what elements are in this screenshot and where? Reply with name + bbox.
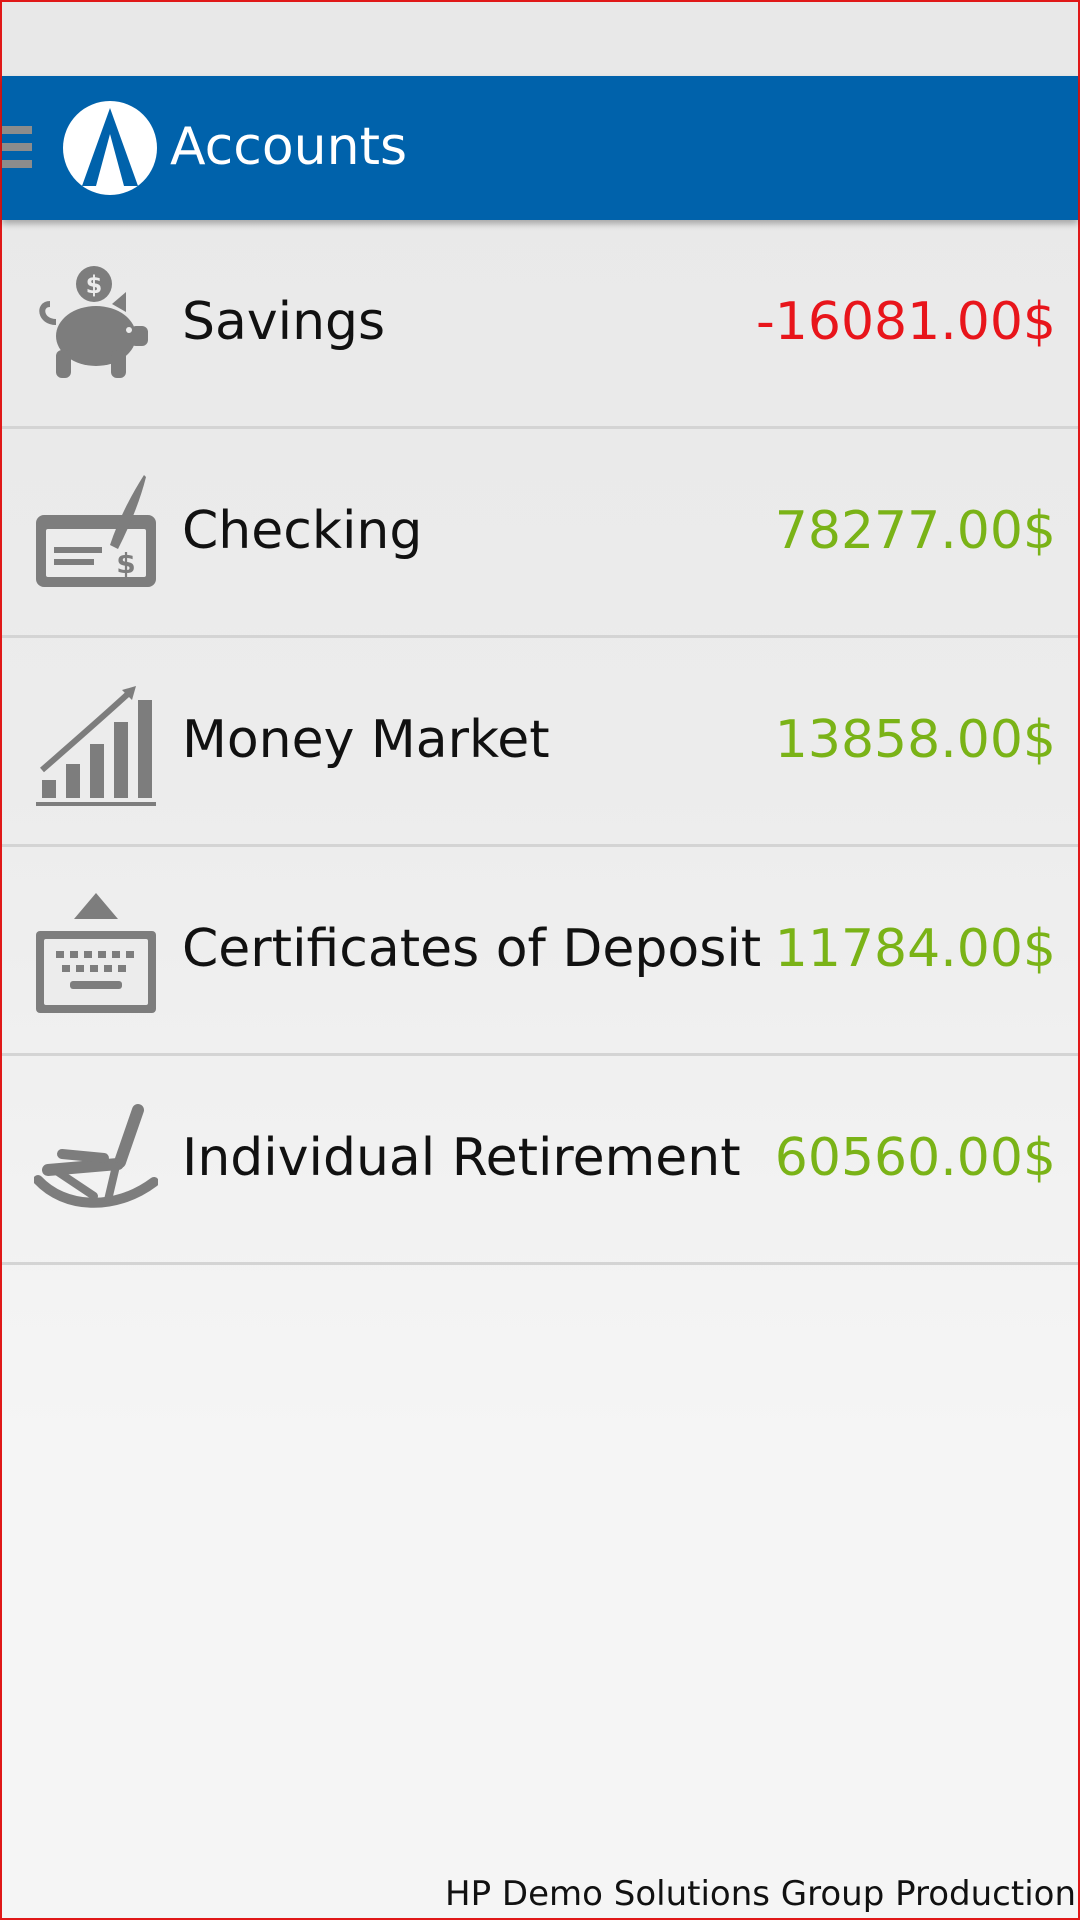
footer-credit: HP Demo Solutions Group Production (445, 1874, 1076, 1914)
growth-chart-icon (36, 686, 156, 806)
keyboard-icon (36, 893, 156, 1013)
check-icon: $ (36, 475, 156, 587)
rocking-chair-icon (34, 1104, 158, 1208)
account-balance-positive: 13858.00$ (774, 710, 1056, 770)
page-title: Accounts (170, 117, 408, 177)
account-list: $ Savings -16081.00$ $ Checking 78277.00… (2, 220, 1078, 1265)
account-balance-positive: 60560.00$ (774, 1128, 1056, 1188)
account-balance-positive: 78277.00$ (774, 501, 1056, 561)
svg-text:$: $ (86, 271, 103, 299)
piggy-bank-icon: $ (39, 266, 148, 378)
account-row-individual-retirement[interactable]: Individual Retirement 60560.00$ (2, 1056, 1078, 1265)
account-row-savings[interactable]: $ Savings -16081.00$ (2, 220, 1078, 429)
svg-text:$: $ (116, 547, 135, 580)
app-logo-icon (63, 101, 157, 195)
account-balance-negative: -16081.00$ (756, 292, 1056, 352)
account-balance-positive: 11784.00$ (774, 919, 1056, 979)
account-name: Individual Retirement (182, 1128, 741, 1188)
account-row-certificates-of-deposit[interactable]: Certificates of Deposit 11784.00$ (2, 847, 1078, 1056)
hamburger-menu-icon[interactable] (2, 126, 32, 168)
account-row-money-market[interactable]: Money Market 13858.00$ (2, 638, 1078, 847)
app-bar: Accounts (2, 76, 1078, 220)
account-name: Checking (182, 501, 423, 561)
account-name: Certificates of Deposit (182, 919, 762, 979)
account-name: Savings (182, 292, 386, 352)
status-bar (2, 2, 1078, 76)
account-row-checking[interactable]: $ Checking 78277.00$ (2, 429, 1078, 638)
account-name: Money Market (182, 710, 550, 770)
